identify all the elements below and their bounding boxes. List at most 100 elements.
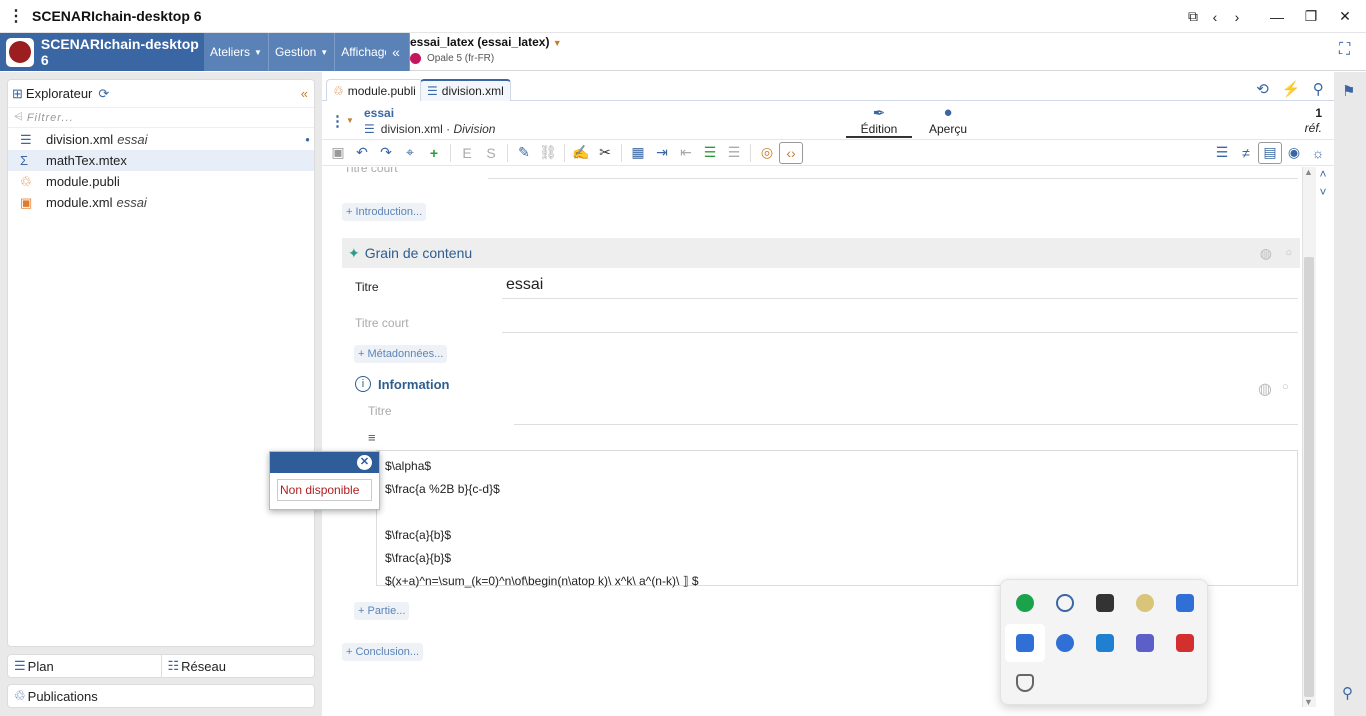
code-icon[interactable]: ‹› — [779, 141, 803, 164]
grain-title: Grain de contenu — [364, 245, 473, 261]
add-metadonnees-button[interactable]: + Métadonnées... — [354, 345, 448, 363]
tray-camera-icon[interactable] — [1005, 624, 1045, 662]
tab-apercu[interactable]: ● Aperçu — [918, 104, 978, 136]
scroll-up-icon[interactable]: ▲ — [1304, 167, 1313, 177]
tray-bluetooth-icon[interactable] — [1045, 624, 1085, 662]
clear-format-icon[interactable]: ✂ — [593, 142, 617, 164]
table-icon[interactable]: ▦ — [626, 142, 650, 164]
emphasis-icon[interactable]: E — [455, 142, 479, 164]
info-toggle-icon[interactable]: ○ — [1282, 381, 1289, 393]
window-menu-icon[interactable]: ⋮ — [0, 6, 32, 26]
file-item[interactable]: ♲ module.publi — [8, 171, 314, 192]
app-logo-icon — [6, 37, 34, 67]
next-field-icon[interactable]: ˅ — [1316, 183, 1330, 201]
tab-module-publi[interactable]: ♲ module.publi — [326, 79, 423, 101]
latex-text-block[interactable]: $\alpha$ $\frac{a %2B b}{c-d}$ $\frac{a}… — [376, 450, 1298, 588]
forward-icon[interactable]: › — [1230, 0, 1244, 33]
brand-label: SCENARIchain-desktop 6 — [40, 36, 199, 68]
tray-app-n-icon[interactable] — [1005, 584, 1045, 622]
reseau-tab[interactable]: ☷ Réseau — [160, 655, 315, 677]
tray-teams-icon[interactable] — [1125, 624, 1165, 662]
vertical-scrollbar[interactable]: ▲ ▼ — [1302, 167, 1316, 707]
hide-icon[interactable]: ◎ — [755, 142, 779, 164]
maximize-button[interactable]: ❐ — [1296, 0, 1326, 33]
tray-shield-icon[interactable] — [1005, 664, 1045, 702]
fullscreen-icon[interactable]: ⛶ — [1339, 41, 1359, 61]
tray-reader-icon[interactable] — [1165, 624, 1205, 662]
document-header: ⋮ ▼ essai ☰ division.xml · Division ✒ Édit… — [322, 102, 1334, 140]
tray-display-icon[interactable] — [1085, 584, 1125, 622]
menu-gestion[interactable]: Gestion ▼ — [269, 33, 336, 71]
scrollbar-thumb[interactable] — [1304, 257, 1314, 697]
close-window-button[interactable]: ✕ — [1330, 0, 1360, 33]
prev-field-icon[interactable]: ˄ — [1316, 165, 1330, 183]
not-equal-icon[interactable]: ≠ — [1234, 142, 1258, 164]
marker-icon[interactable]: ✍ — [569, 142, 593, 164]
outdent-icon[interactable]: ⇤ — [674, 142, 698, 164]
file-item[interactable]: ▣ module.xml essai — [8, 192, 314, 213]
tab-division-xml[interactable]: ☰ division.xml — [420, 79, 511, 101]
tray-grid-icon[interactable] — [1165, 584, 1205, 622]
minimize-button[interactable]: — — [1262, 0, 1292, 33]
add-introduction-button[interactable]: + Introduction... — [342, 203, 427, 221]
hint-icon[interactable]: ☼ — [1306, 142, 1330, 164]
file-tag: essai — [116, 195, 147, 210]
list-remove-icon[interactable]: ☰ — [722, 142, 746, 164]
file-item[interactable]: Σ mathTex.mtex — [8, 150, 314, 171]
titre-court-field-label: Titre court — [355, 316, 409, 330]
explorer-title: Explorateur — [25, 86, 93, 101]
collapse-panel-icon[interactable]: « — [301, 86, 308, 101]
caret-down-icon[interactable]: ▼ — [346, 116, 354, 125]
refresh-icon[interactable]: ⟳ — [98, 86, 109, 102]
plan-tab[interactable]: ☰ Plan — [8, 655, 161, 677]
strike-icon[interactable]: S — [479, 142, 503, 164]
link-icon[interactable]: ⛓ — [536, 142, 560, 164]
info-options-icon[interactable]: ◍ — [1258, 379, 1272, 399]
tab-edition[interactable]: ✒ Édition — [846, 104, 912, 138]
project-selector[interactable]: essai_latex (essai_latex) ▼ Opale 5 (fr-… — [410, 35, 562, 64]
target-icon[interactable]: ⌖ — [398, 142, 422, 164]
zoom-icon[interactable]: ⚲ — [1342, 684, 1353, 702]
caret-down-icon: ▼ — [552, 38, 562, 48]
menu-ateliers[interactable]: Ateliers ▼ — [204, 33, 269, 71]
ref-counter[interactable]: 1 réf. — [1305, 106, 1322, 136]
settings-sliders-icon[interactable]: ☰ — [1210, 142, 1234, 164]
add-icon[interactable]: + — [422, 142, 446, 164]
list-check-icon[interactable]: ☰ — [698, 142, 722, 164]
latex-line: $\frac{a}{b}$ — [385, 528, 452, 542]
back-icon[interactable]: ‹ — [1208, 0, 1222, 33]
add-conclusion-button[interactable]: + Conclusion... — [342, 643, 424, 661]
publications-tab[interactable]: ♲ Publications — [7, 684, 315, 708]
grain-options-icon[interactable]: ◍ — [1260, 245, 1272, 262]
toolbar-right-group: ☰ ≠ ▤ ◉ ☼ — [1210, 141, 1330, 164]
tray-security-icon[interactable] — [1085, 624, 1125, 662]
file-item[interactable]: ☰ division.xml essai ● — [8, 129, 314, 150]
indent-icon[interactable]: ⇥ — [650, 142, 674, 164]
save-icon[interactable]: ▣ — [326, 142, 350, 164]
tray-chat-icon[interactable] — [1045, 584, 1085, 622]
explorer-panel: ⊞ Explorateur ⟳ « ⩤ Filtrer... ☰ division… — [7, 79, 315, 647]
history-icon[interactable]: ⟲ — [1256, 80, 1269, 100]
filter-input[interactable]: ⩤ Filtrer... — [8, 108, 314, 128]
division-icon: ☰ — [20, 131, 32, 147]
redo-icon[interactable]: ↷ — [374, 142, 398, 164]
collapse-header-icon[interactable]: « — [386, 33, 406, 71]
eye-icon[interactable]: ◉ — [1282, 142, 1306, 164]
lightning-icon[interactable]: ⚡ — [1281, 80, 1300, 100]
search-icon[interactable]: ⚲ — [1313, 80, 1324, 100]
bookmark-icon[interactable]: ⚑ — [1342, 82, 1355, 100]
doc-file-name: division.xml — [380, 122, 443, 136]
doc-menu-icon[interactable]: ⋮ — [330, 112, 345, 130]
toolbar-separator — [750, 143, 751, 162]
tray-disc-icon[interactable] — [1125, 584, 1165, 622]
grain-toggle-icon[interactable]: ○ — [1285, 247, 1292, 259]
titre-input[interactable]: essai — [506, 276, 543, 294]
outline-icon[interactable]: ▤ — [1258, 141, 1282, 164]
highlight-icon[interactable]: ✎ — [512, 142, 536, 164]
scroll-down-icon[interactable]: ▼ — [1304, 697, 1313, 707]
add-partie-button[interactable]: + Partie... — [354, 602, 410, 620]
tab-label: division.xml — [441, 84, 504, 98]
close-popup-button[interactable]: ✕ — [357, 455, 372, 470]
pin-icon[interactable]: ⧉ — [1186, 0, 1200, 33]
undo-icon[interactable]: ↶ — [350, 142, 374, 164]
